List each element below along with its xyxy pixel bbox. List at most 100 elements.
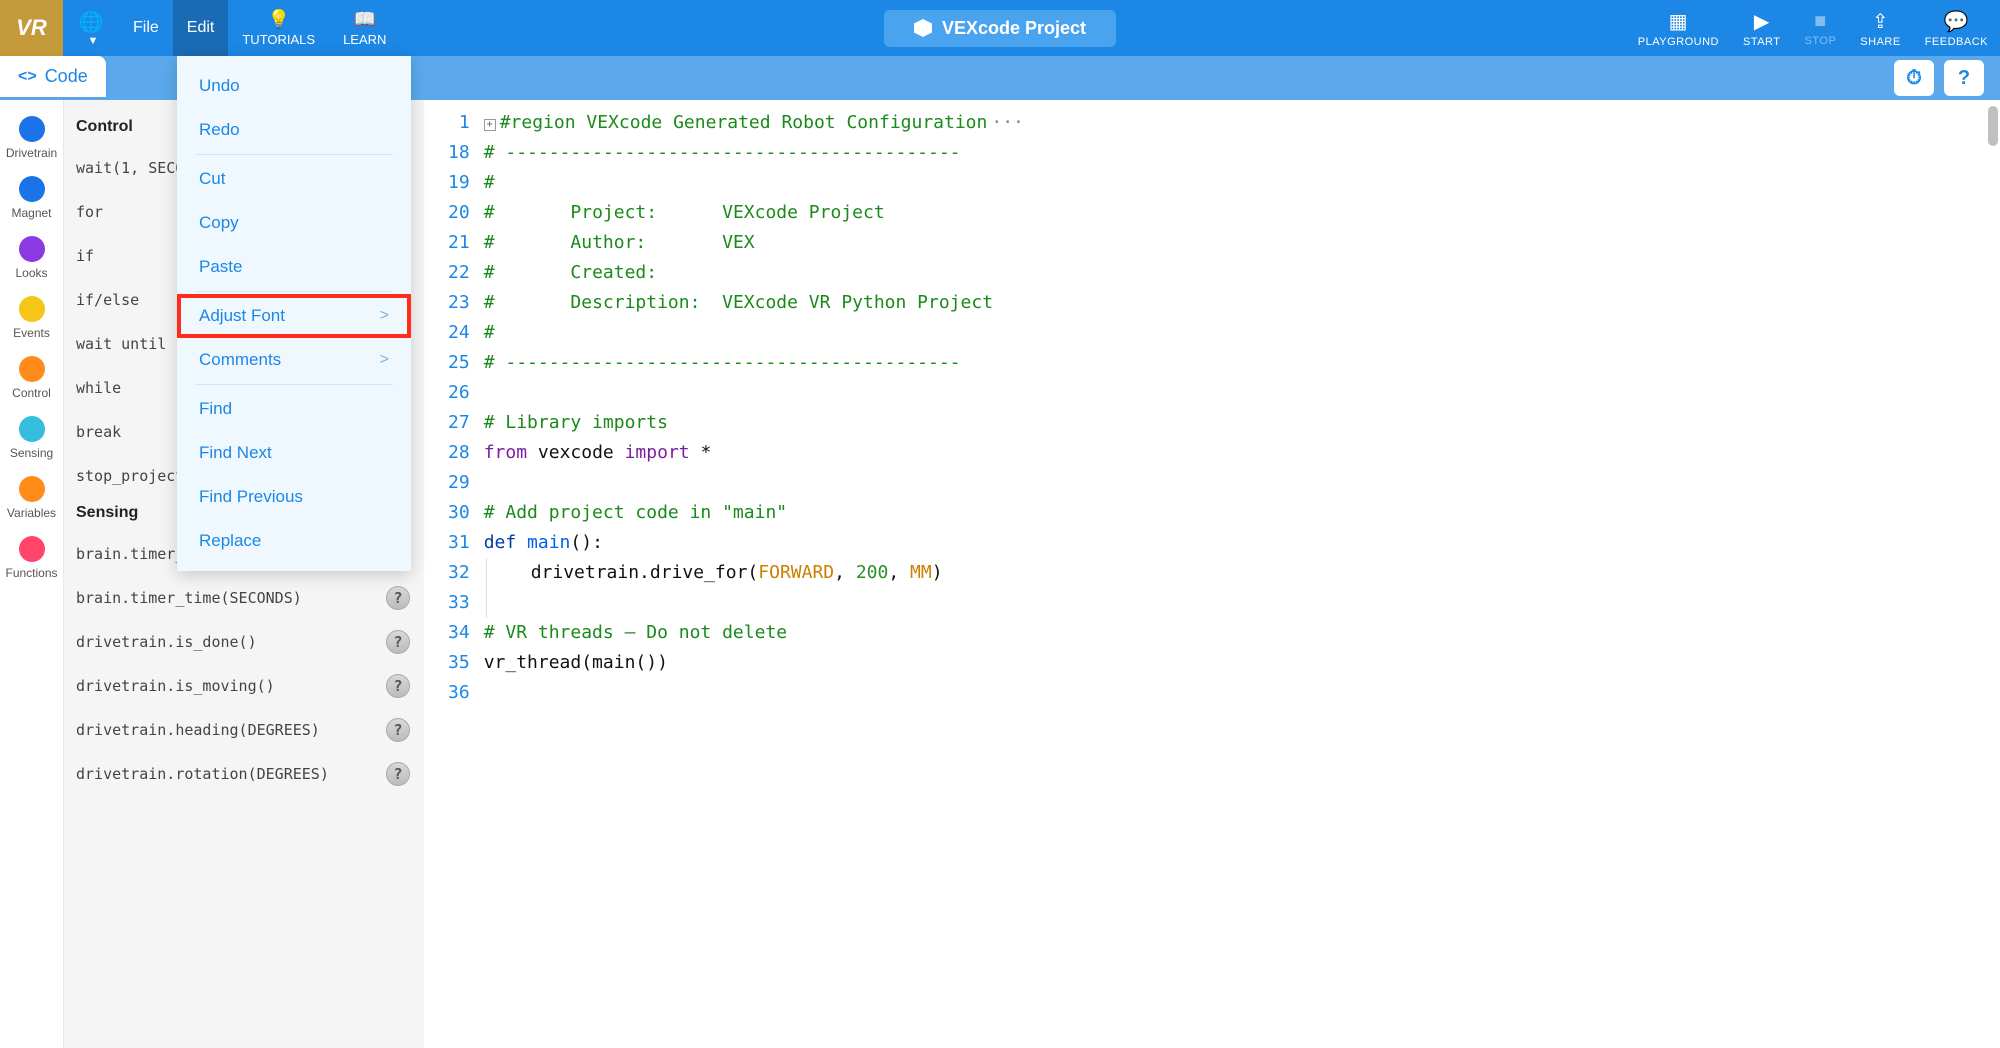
help-icon[interactable]: ?	[386, 586, 410, 610]
category-functions[interactable]: Functions	[0, 530, 63, 590]
line-number: 35	[448, 648, 470, 678]
help-icon[interactable]: ?	[386, 674, 410, 698]
code-line[interactable]: # --------------------------------------…	[484, 348, 1980, 378]
start-button[interactable]: ▶ START	[1731, 0, 1793, 56]
line-number: 30	[448, 498, 470, 528]
category-magnet[interactable]: Magnet	[0, 170, 63, 230]
play-icon: ▶	[1754, 9, 1770, 34]
code-line[interactable]	[484, 588, 1980, 618]
project-name-container: VEXcode Project	[884, 0, 1116, 56]
code-line[interactable]: def main():	[484, 528, 1980, 558]
lightbulb-icon: 💡	[268, 9, 290, 30]
category-dot-icon	[19, 536, 45, 562]
editor-scrollbar[interactable]	[1988, 106, 1998, 146]
code-line[interactable]: +#region VEXcode Generated Robot Configu…	[484, 108, 1980, 138]
snippet-text: if	[76, 247, 94, 265]
category-rail: Drivetrain Magnet LooksEventsControlSensin…	[0, 100, 64, 1048]
code-line[interactable]: from vexcode import *	[484, 438, 1980, 468]
menu-item-adjust-font[interactable]: Adjust Font>	[177, 294, 411, 338]
fold-icon[interactable]: +	[484, 119, 496, 131]
line-number: 1	[448, 108, 470, 138]
line-number: 22	[448, 258, 470, 288]
category-control[interactable]: Control	[0, 350, 63, 410]
snippet-text: while	[76, 379, 121, 397]
code-tab-label: Code	[45, 66, 88, 87]
code-line[interactable]: #	[484, 318, 1980, 348]
menu-item-find[interactable]: Find	[177, 387, 411, 431]
feedback-button[interactable]: 💬 FEEDBACK	[1913, 0, 2000, 56]
snippet-item[interactable]: drivetrain.heading(DEGREES)?	[76, 708, 424, 752]
line-number: 26	[448, 378, 470, 408]
line-number: 28	[448, 438, 470, 468]
category-drivetrain[interactable]: Drivetrain	[0, 110, 63, 170]
snippet-item[interactable]: drivetrain.is_moving()?	[76, 664, 424, 708]
code-line[interactable]: vr_thread(main())	[484, 648, 1980, 678]
code-line[interactable]: # Add project code in "main"	[484, 498, 1980, 528]
menu-item-label: Undo	[199, 76, 240, 96]
snippet-item[interactable]: brain.timer_time(SECONDS)?	[76, 576, 424, 620]
learn-button[interactable]: 📖 LEARN	[329, 0, 400, 56]
edit-menu-button[interactable]: Edit	[173, 0, 229, 56]
line-number: 32	[448, 558, 470, 588]
line-number: 27	[448, 408, 470, 438]
help-icon[interactable]: ?	[386, 762, 410, 786]
line-number: 19	[448, 168, 470, 198]
file-menu-button[interactable]: File	[119, 0, 173, 56]
chat-icon: 💬	[1944, 9, 1969, 34]
snippet-text: drivetrain.is_moving()	[76, 677, 275, 695]
category-looks[interactable]: Looks	[0, 230, 63, 290]
code-editor[interactable]: 118192021222324252627282930313233343536 …	[424, 100, 2000, 1048]
snippet-text: for	[76, 203, 103, 221]
code-line[interactable]: # Project: VEXcode Project	[484, 198, 1980, 228]
stop-icon: ■	[1814, 10, 1827, 33]
code-line[interactable]	[484, 678, 1980, 708]
menu-item-paste[interactable]: Paste	[177, 245, 411, 289]
code-content[interactable]: +#region VEXcode Generated Robot Configu…	[484, 108, 2000, 1048]
code-line[interactable]: #	[484, 168, 1980, 198]
tutorials-button[interactable]: 💡 TUTORIALS	[228, 0, 329, 56]
code-icon: <>	[18, 68, 37, 86]
menu-item-redo[interactable]: Redo	[177, 108, 411, 152]
snippet-item[interactable]: drivetrain.is_done()?	[76, 620, 424, 664]
submenu-arrow-icon: >	[380, 351, 389, 369]
category-variables[interactable]: Variables	[0, 470, 63, 530]
menu-item-label: Paste	[199, 257, 242, 277]
monitor-button[interactable]: ⏱	[1894, 60, 1934, 96]
edit-dropdown: Undo Redo CutCopy Paste Adjust Font>Comments…	[177, 56, 411, 571]
help-icon[interactable]: ?	[386, 718, 410, 742]
chevron-down-icon: ▼	[88, 35, 99, 47]
project-name-button[interactable]: VEXcode Project	[884, 10, 1116, 47]
help-icon[interactable]: ?	[386, 630, 410, 654]
stop-button[interactable]: ■ STOP	[1793, 0, 1849, 56]
menu-item-find-previous[interactable]: Find Previous	[177, 475, 411, 519]
category-sensing[interactable]: Sensing	[0, 410, 63, 470]
category-label: Magnet	[11, 206, 51, 220]
snippet-item[interactable]: drivetrain.rotation(DEGREES)?	[76, 752, 424, 796]
code-line[interactable]: # Library imports	[484, 408, 1980, 438]
code-line[interactable]: # Created:	[484, 258, 1980, 288]
menu-item-label: Find Next	[199, 443, 272, 463]
code-line[interactable]: drivetrain.drive_for(FORWARD, 200, MM)	[484, 558, 1980, 588]
share-button[interactable]: ⇪ SHARE	[1848, 0, 1912, 56]
playground-button[interactable]: ▦ PLAYGROUND	[1626, 0, 1731, 56]
menu-item-find-next[interactable]: Find Next	[177, 431, 411, 475]
language-button[interactable]: 🌐 ▼	[63, 0, 119, 56]
code-line[interactable]	[484, 468, 1980, 498]
help-button[interactable]: ?	[1944, 60, 1984, 96]
menu-item-replace[interactable]: Replace	[177, 519, 411, 563]
category-events[interactable]: Events	[0, 290, 63, 350]
menu-item-comments[interactable]: Comments>	[177, 338, 411, 382]
code-line[interactable]: # VR threads — Do not delete	[484, 618, 1980, 648]
snippet-text: drivetrain.is_done()	[76, 633, 257, 651]
project-name-label: VEXcode Project	[942, 18, 1086, 39]
menu-item-copy[interactable]: Copy	[177, 201, 411, 245]
category-dot-icon	[19, 296, 45, 322]
code-line[interactable]: # Description: VEXcode VR Python Project	[484, 288, 1980, 318]
code-line[interactable]: # Author: VEX	[484, 228, 1980, 258]
book-icon: 📖	[354, 9, 376, 30]
code-line[interactable]	[484, 378, 1980, 408]
code-line[interactable]: # --------------------------------------…	[484, 138, 1980, 168]
code-tab[interactable]: <> Code	[0, 56, 106, 97]
menu-item-cut[interactable]: Cut	[177, 157, 411, 201]
menu-item-undo[interactable]: Undo	[177, 64, 411, 108]
